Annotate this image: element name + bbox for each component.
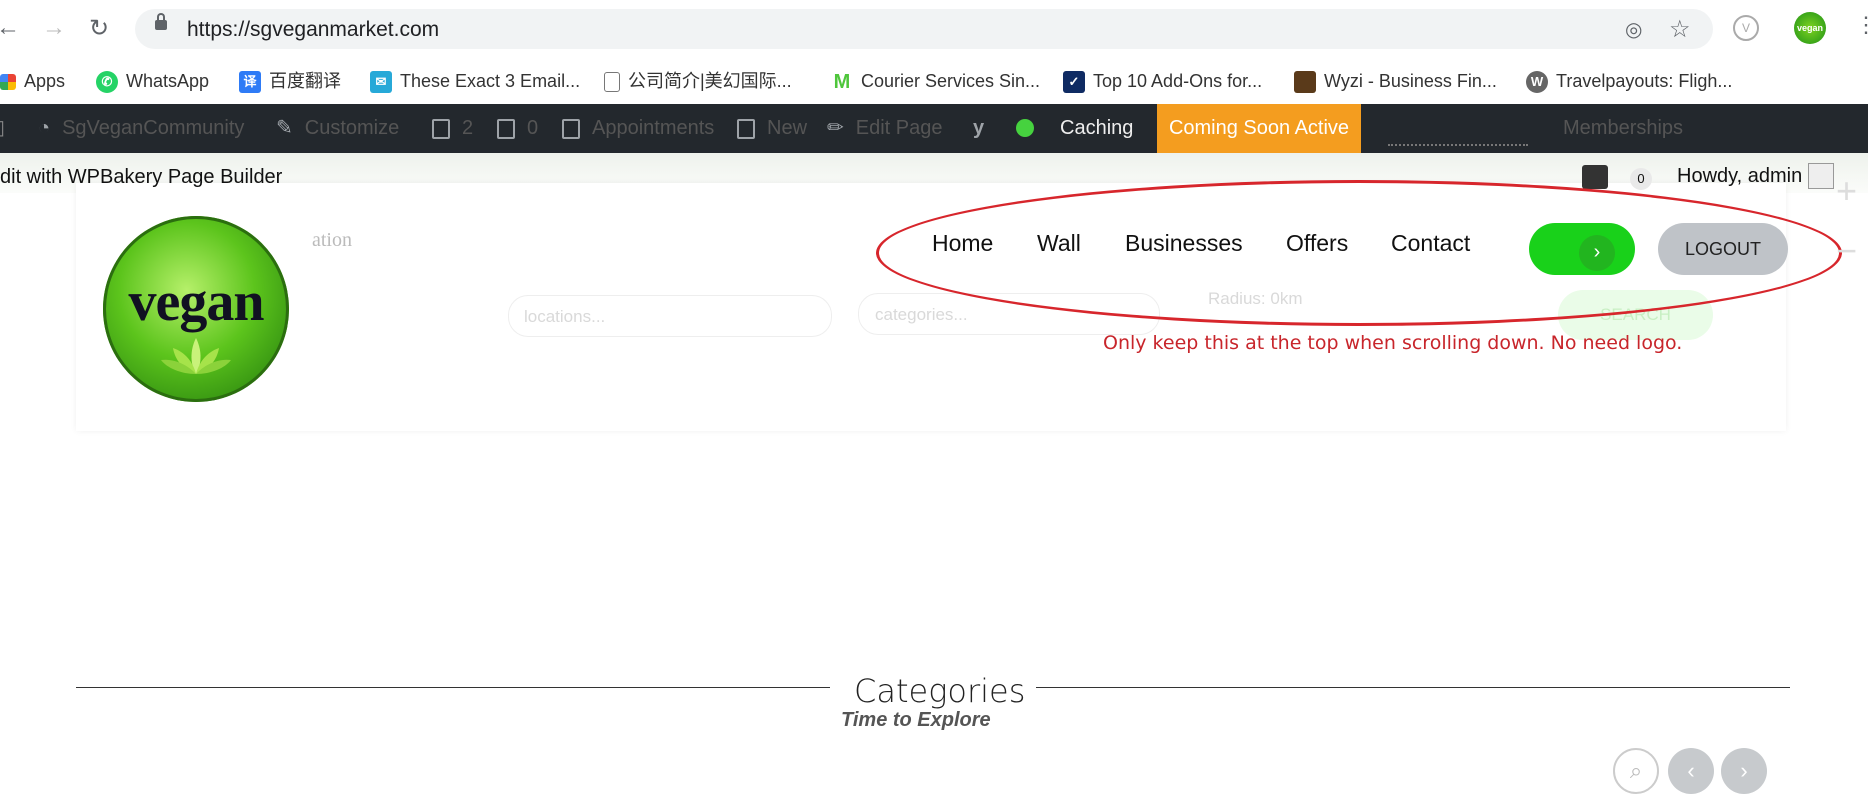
bookmarks-bar: Apps ✆ WhatsApp 译百度翻译 ✉ These Exact 3 Emai…	[0, 58, 1868, 104]
page-icon	[604, 72, 620, 93]
mail-icon: ✉	[370, 71, 392, 94]
admin-avatar-icon[interactable]	[1808, 163, 1834, 189]
bookmark-label: Apps	[24, 71, 66, 91]
caching-status-dot	[1016, 119, 1034, 137]
bookmark-wyzi[interactable]: Wyzi - Business Fin...	[1294, 66, 1497, 96]
search-icon[interactable]: ⌕	[1613, 748, 1659, 794]
annotation-note: Only keep this at the top when scrolling…	[1103, 332, 1683, 354]
lock-icon	[155, 13, 167, 30]
categories-title: Categories	[854, 672, 1026, 710]
new-label: New	[767, 117, 808, 139]
appointments-label: Appointments	[592, 117, 715, 139]
updates-icon	[432, 118, 450, 139]
admin-memberships[interactable]: Memberships	[1563, 104, 1683, 153]
bookmark-label: Top 10 Add-Ons for...	[1093, 71, 1263, 91]
ghost-location-heading: ation	[312, 229, 352, 251]
edit-page-label: Edit Page	[855, 117, 943, 139]
pencil-icon: ✏	[827, 117, 844, 139]
admin-appointments[interactable]: Appointments	[562, 104, 714, 153]
categories-rule-right	[1036, 687, 1790, 688]
wordpress-icon: W	[1526, 71, 1548, 94]
ghost-categories-placeholder: categories...	[875, 305, 968, 324]
annotation-ellipse	[876, 180, 1842, 326]
map-zoom-out-icon[interactable]: −	[1836, 230, 1857, 272]
bookmark-courier[interactable]: M Courier Services Sin...	[831, 66, 1040, 96]
ghost-locations-placeholder: locations...	[524, 307, 606, 326]
bookmark-addons[interactable]: ✓ Top 10 Add-Ons for...	[1063, 66, 1262, 96]
comments-icon	[497, 118, 515, 139]
reload-icon[interactable]: ↻	[89, 14, 109, 43]
vivaldi-extension-icon[interactable]: V	[1733, 15, 1759, 41]
progress-dots	[1388, 144, 1528, 148]
next-button[interactable]: ›	[1721, 748, 1767, 794]
whatsapp-icon: ✆	[96, 71, 118, 94]
plus-icon	[737, 118, 755, 139]
bookmark-label: These Exact 3 Email...	[400, 71, 581, 91]
updates-count: 2	[462, 117, 474, 139]
forward-icon[interactable]: →	[42, 14, 66, 42]
admin-site-link[interactable]: ◔ SgVeganCommunity	[38, 104, 244, 153]
admin-caching[interactable]: Caching	[1060, 104, 1133, 153]
bookmark-label: 公司简介|美幻国际...	[628, 71, 792, 91]
yoast-icon[interactable]: y	[973, 104, 984, 153]
check-icon: ✓	[1063, 71, 1085, 94]
address-bar[interactable]: https://sgveganmarket.com ◎ ☆	[135, 9, 1713, 49]
apps-grid-icon	[0, 74, 16, 91]
translate-icon: 译	[239, 71, 261, 94]
site-logo[interactable]: vegan	[103, 216, 289, 402]
admin-new[interactable]: New	[737, 104, 807, 153]
bookmark-label: Courier Services Sin...	[861, 71, 1041, 91]
comment-count-badge: 0	[1630, 168, 1652, 190]
edit-with-wpbakery-link[interactable]: dit with WPBakery Page Builder	[0, 166, 282, 189]
appointments-icon	[562, 118, 580, 139]
dashboard-icon: ◔	[38, 117, 51, 139]
comments-count: 0	[527, 117, 539, 139]
wp-admin-bar: ▯ ◔ SgVeganCommunity ✎ Customize 2 0 Appoi…	[0, 104, 1868, 153]
logo-text: vegan	[128, 271, 265, 333]
menu-dots-icon[interactable]: ⋮	[1855, 12, 1868, 38]
location-blocked-icon[interactable]: ◎	[1625, 17, 1642, 42]
bookmark-company[interactable]: 公司简介|美幻国际...	[604, 66, 792, 96]
bookmark-label: Travelpayouts: Fligh...	[1556, 71, 1733, 91]
star-icon[interactable]: ☆	[1669, 15, 1691, 44]
categories-subtitle: Time to Explore	[841, 709, 991, 731]
wp-logo-icon[interactable]: ▯	[0, 104, 5, 153]
howdy-admin[interactable]: Howdy, admin	[1677, 165, 1802, 188]
bookmark-travelpayouts[interactable]: W Travelpayouts: Fligh...	[1526, 66, 1732, 96]
bookmark-label: Wyzi - Business Fin...	[1324, 71, 1497, 91]
comment-bubble-icon[interactable]	[1582, 165, 1608, 189]
customize-label: Customize	[304, 117, 400, 139]
lotus-icon	[161, 338, 231, 374]
prev-button[interactable]: ‹	[1668, 748, 1714, 794]
admin-customize[interactable]: ✎ Customize	[276, 104, 399, 153]
coming-soon-badge[interactable]: Coming Soon Active	[1157, 104, 1361, 153]
map-zoom-in-icon[interactable]: +	[1836, 170, 1857, 212]
browser-toolbar: ← → ↻ https://sgveganmarket.com ◎ ☆ V ve…	[0, 0, 1868, 58]
bookmark-baidu-translate[interactable]: 译百度翻译	[239, 66, 341, 96]
bookmark-email[interactable]: ✉ These Exact 3 Email...	[370, 66, 580, 96]
site-name: SgVeganCommunity	[62, 117, 245, 139]
wyzi-icon	[1294, 71, 1316, 94]
url-text[interactable]: https://sgveganmarket.com	[187, 18, 439, 42]
m-logo-icon: M	[833, 71, 851, 94]
brush-icon: ✎	[276, 117, 293, 139]
bookmark-whatsapp[interactable]: ✆ WhatsApp	[96, 66, 209, 96]
admin-edit-page[interactable]: ✏ Edit Page	[827, 104, 943, 153]
bookmark-label: 百度翻译	[269, 71, 341, 91]
back-icon[interactable]: ←	[0, 14, 20, 42]
bookmark-apps[interactable]: Apps	[0, 66, 65, 96]
admin-comments[interactable]: 0	[497, 104, 538, 153]
profile-avatar[interactable]: vegan	[1794, 12, 1826, 44]
bookmark-label: WhatsApp	[126, 71, 210, 91]
admin-updates[interactable]: 2	[432, 104, 473, 153]
categories-rule-left	[76, 687, 830, 688]
